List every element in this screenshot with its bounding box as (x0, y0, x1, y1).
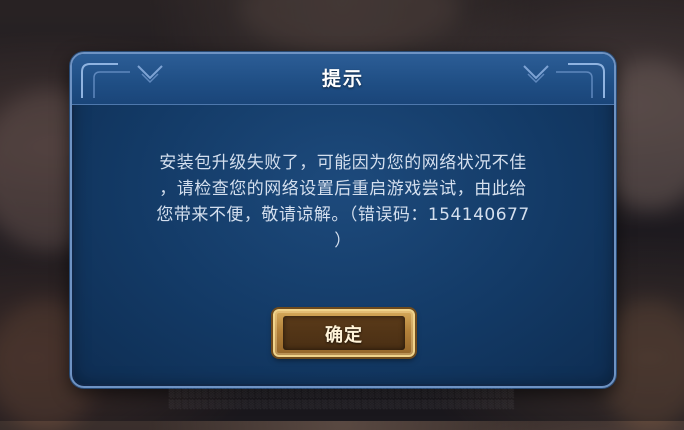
confirm-button[interactable]: 确定 (273, 309, 415, 357)
dialog-header: 提示 (72, 54, 614, 105)
header-ornament-icon (523, 63, 605, 98)
message-line: 安装包升级失败了，可能因为您的网络状况不佳 (159, 153, 527, 173)
footer-notice-blurred: ░░░░░░░░░░░░░░░░░░░░░░░░░░░░░░░░░░░░░░░░… (169, 389, 515, 409)
message-line: ） (334, 231, 352, 251)
alert-dialog: 提示 安装包升级失败了，可能因为您的网络状况不佳 ，请检查您的网络设置后重启游戏… (70, 52, 616, 388)
message-line: ，请检查您的网络设置后重启游戏尝试，由此给 (159, 179, 527, 199)
message-line: 您带来不便，敬请谅解。（错误码：154140677 (156, 205, 530, 225)
confirm-button-label: 确定 (325, 325, 363, 346)
error-message: 安装包升级失败了，可能因为您的网络状况不佳 ，请检查您的网络设置后重启游戏尝试，… (114, 150, 572, 254)
